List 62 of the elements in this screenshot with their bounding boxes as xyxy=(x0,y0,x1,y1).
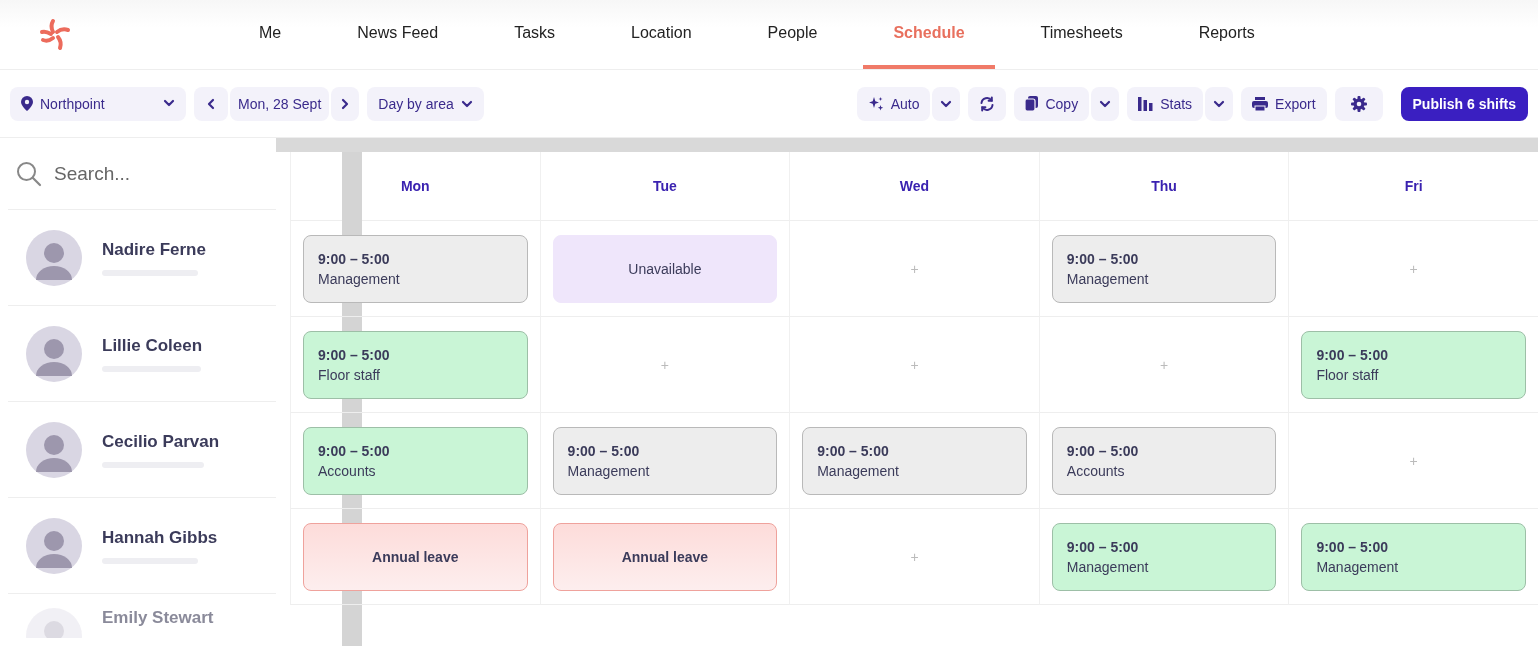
map-pin-icon xyxy=(21,96,33,111)
nav-tab[interactable]: Tasks xyxy=(484,0,586,69)
staff-name: Hannah Gibbs xyxy=(102,527,218,548)
avatar-silhouette xyxy=(26,421,82,478)
shift-card[interactable]: 9:00 – 5:00 Accounts xyxy=(303,426,528,495)
leave-card[interactable]: Annual leave xyxy=(303,522,528,591)
auto-button[interactable]: Auto xyxy=(856,86,931,121)
nav-tab[interactable]: Location xyxy=(601,0,722,69)
shift-card[interactable]: 9:00 – 5:00 Management xyxy=(1051,234,1277,303)
avatar-silhouette xyxy=(26,325,82,382)
copy-menu-button[interactable] xyxy=(1091,86,1120,121)
shift-card[interactable]: 9:00 – 5:00 Management xyxy=(1301,522,1526,591)
shift-card[interactable]: 9:00 – 5:00 Management xyxy=(303,234,528,303)
staff-name: Lillie Coleen xyxy=(102,335,203,356)
date-button[interactable]: Mon, 28 Sept xyxy=(230,86,330,121)
copy-icon xyxy=(1025,96,1039,111)
leave-card[interactable]: Annual leave xyxy=(552,522,778,591)
day-header: Wed xyxy=(789,152,1039,221)
stats-button[interactable]: Stats xyxy=(1127,86,1204,121)
settings-icon xyxy=(1350,95,1367,112)
refresh-icon xyxy=(979,95,996,112)
auto-menu-button[interactable] xyxy=(932,86,961,121)
unavailable-card[interactable]: Unavailable xyxy=(552,234,778,303)
previous-day-button[interactable] xyxy=(194,86,228,121)
search-field[interactable]: Search... xyxy=(54,162,254,185)
bar-chart-icon xyxy=(1138,96,1154,111)
shift-card[interactable]: 9:00 – 5:00 Accounts xyxy=(1051,426,1277,495)
location-dropdown[interactable]: Northpoint xyxy=(10,86,186,121)
copy-button[interactable]: Copy xyxy=(1014,86,1090,121)
shift-card[interactable]: 9:00 – 5:00 Management xyxy=(552,426,778,495)
staff-name: Emily Stewart xyxy=(102,608,214,628)
printer-icon xyxy=(1252,96,1269,111)
day-header: Thu xyxy=(1038,152,1289,221)
nav-tab[interactable]: News Feed xyxy=(327,0,469,69)
shift-card[interactable]: 9:00 – 5:00 Floor staff xyxy=(1301,330,1526,399)
shift-card[interactable]: 9:00 – 5:00 Management xyxy=(1051,522,1277,591)
day-header: Tue xyxy=(539,152,790,221)
nav-tab[interactable]: Reports xyxy=(1168,0,1285,69)
nav-tab[interactable]: People xyxy=(737,0,848,69)
location-label: Northpoint xyxy=(40,95,105,112)
shift-card[interactable]: 9:00 – 5:00 Floor staff xyxy=(303,330,528,399)
day-header: Fri xyxy=(1288,152,1538,221)
staff-name: Cecilio Parvan xyxy=(102,431,220,452)
search-icon xyxy=(16,160,42,187)
view-dropdown[interactable]: Day by area xyxy=(367,86,484,121)
logo-icon xyxy=(38,17,72,52)
sparkle-icon xyxy=(867,95,884,112)
avatar-silhouette xyxy=(26,517,82,574)
day-header: Mon xyxy=(290,152,540,221)
staff-name: Nadire Ferne xyxy=(102,239,206,260)
publish-button[interactable]: Publish 6 shifts xyxy=(1400,86,1528,121)
stats-menu-button[interactable] xyxy=(1205,86,1234,121)
shift-card[interactable]: 9:00 – 5:00 Management xyxy=(802,426,1027,495)
refresh-button[interactable] xyxy=(968,86,1007,121)
next-day-button[interactable] xyxy=(331,86,360,121)
chevron-left-icon xyxy=(205,97,217,110)
nav-tab[interactable]: Me xyxy=(229,0,312,69)
export-button[interactable]: Export xyxy=(1241,86,1327,121)
settings-button[interactable] xyxy=(1334,86,1383,121)
avatar-silhouette xyxy=(26,608,82,638)
avatar-silhouette xyxy=(26,229,82,286)
nav-tab[interactable]: Timesheets xyxy=(1010,0,1153,69)
